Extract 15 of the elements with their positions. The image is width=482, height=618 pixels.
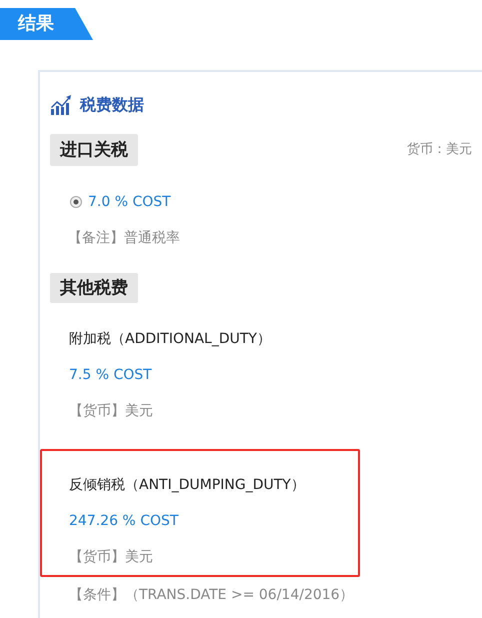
note-text: 【备注】普通税率 (68, 230, 180, 246)
radio-button[interactable] (70, 196, 82, 208)
currency-label: 货币：美元 (407, 141, 472, 159)
rate-text: 247.26 % COST (69, 513, 178, 529)
currency-text: 【货币】美元 (69, 549, 153, 565)
duty-name: 附加税（ADDITIONAL_DUTY） (69, 331, 271, 347)
duty-name: 反倾销税（ANTI_DUMPING_DUTY） (69, 477, 305, 493)
section-label: 进口关税 (50, 134, 138, 166)
section-label: 其他税费 (50, 273, 138, 303)
chart-icon (50, 94, 72, 116)
rate-text: 7.5 % COST (69, 367, 152, 383)
currency-text: 【货币】美元 (69, 403, 153, 419)
condition-text: 【条件】（TRANS.DATE >= 06/14/2016） (69, 587, 354, 603)
panel-title: 税费数据 (80, 94, 144, 116)
rate-text: 7.0 % COST (88, 193, 171, 212)
